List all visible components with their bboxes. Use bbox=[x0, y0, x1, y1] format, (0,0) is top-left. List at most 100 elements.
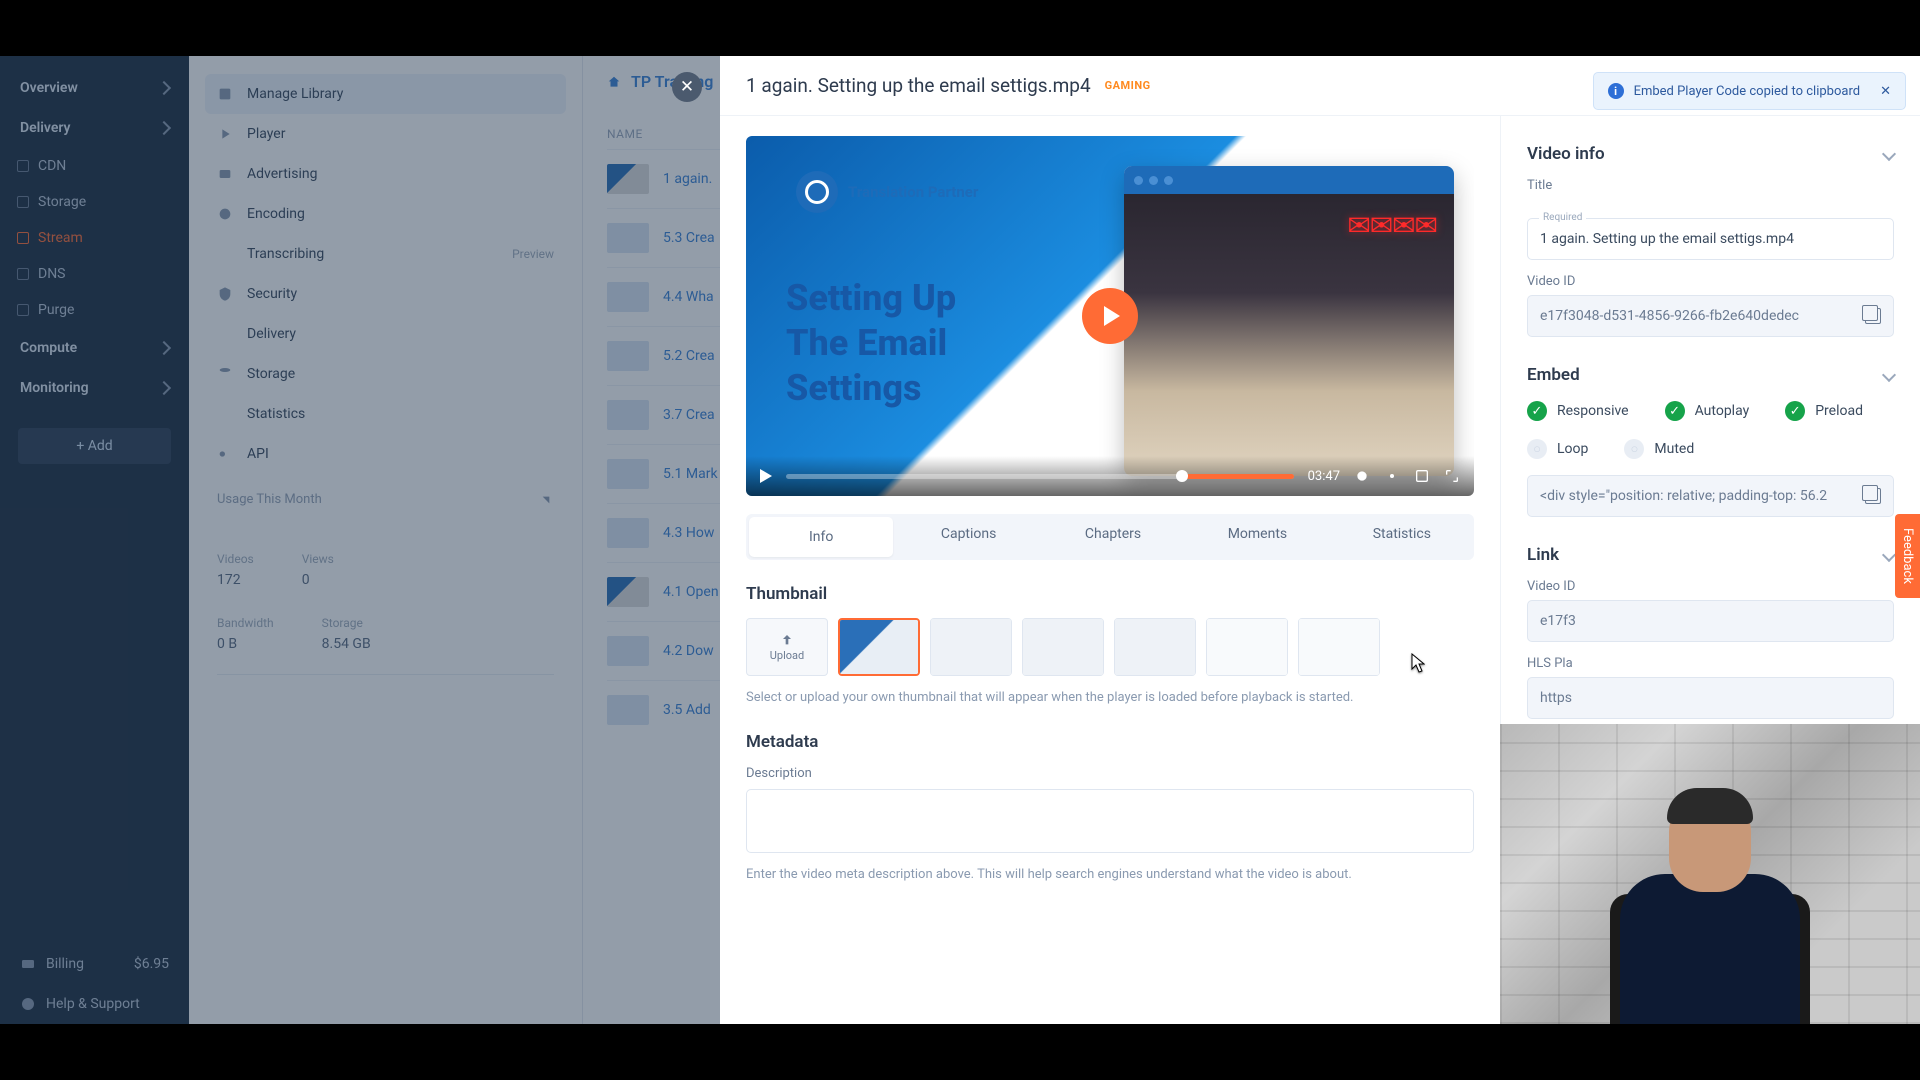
thumb-upload[interactable]: Upload bbox=[746, 618, 828, 676]
midnav-encoding[interactable]: Encoding bbox=[189, 194, 582, 234]
pip-icon[interactable] bbox=[1414, 468, 1430, 484]
embed-code-field: <div style="position: relative; padding-… bbox=[1527, 475, 1894, 517]
secondary-nav: Manage Library Player Advertising Encodi… bbox=[189, 56, 583, 1024]
thumbnail-help: Select or upload your own thumbnail that… bbox=[746, 688, 1474, 708]
thumb-option[interactable] bbox=[930, 618, 1012, 676]
volume-icon[interactable] bbox=[1354, 468, 1370, 484]
cursor-icon bbox=[1411, 653, 1425, 673]
translation-partner-logo: Translation Partner bbox=[796, 171, 978, 213]
link-videoid-label: Video ID bbox=[1527, 579, 1894, 594]
storage-icon bbox=[217, 366, 233, 382]
thumb-option[interactable] bbox=[1298, 618, 1380, 676]
copied-toast: i Embed Player Code copied to clipboard … bbox=[1593, 72, 1906, 110]
feedback-tab[interactable]: Feedback bbox=[1895, 514, 1920, 598]
midnav-statistics[interactable]: Statistics bbox=[189, 394, 582, 434]
nav-delivery[interactable]: Delivery bbox=[0, 108, 189, 148]
thumb-option[interactable] bbox=[1022, 618, 1104, 676]
video-time: 03:47 bbox=[1308, 469, 1340, 484]
video-controls: 03:47 bbox=[746, 456, 1474, 496]
nav-purge[interactable]: Purge bbox=[0, 292, 189, 328]
collapse-icon[interactable] bbox=[1882, 147, 1896, 161]
tab-info[interactable]: Info bbox=[749, 517, 893, 557]
toggle-preload[interactable]: ✓Preload bbox=[1785, 401, 1863, 421]
fullscreen-icon[interactable] bbox=[1444, 468, 1460, 484]
chevron-icon bbox=[157, 121, 171, 135]
title-label: Title bbox=[1527, 178, 1894, 193]
midnav-player[interactable]: Player bbox=[189, 114, 582, 154]
embed-heading: Embed bbox=[1527, 365, 1580, 385]
video-preview[interactable]: Translation Partner Setting Up The Email… bbox=[746, 136, 1474, 496]
nav-dns[interactable]: DNS bbox=[0, 256, 189, 292]
encoding-icon bbox=[217, 206, 233, 222]
home-icon bbox=[607, 75, 621, 89]
nav-storage[interactable]: Storage bbox=[0, 184, 189, 220]
videos-label: Videos bbox=[217, 552, 254, 566]
midnav-manage-library[interactable]: Manage Library bbox=[205, 74, 566, 114]
views-value: 0 bbox=[302, 572, 334, 588]
thumb-option[interactable] bbox=[1114, 618, 1196, 676]
upload-icon bbox=[779, 633, 795, 649]
videos-value: 172 bbox=[217, 572, 254, 588]
title-input[interactable] bbox=[1527, 218, 1894, 260]
webcam-overlay bbox=[1500, 724, 1920, 1024]
toggle-autoplay[interactable]: ✓Autoplay bbox=[1665, 401, 1750, 421]
storage-value: 8.54 GB bbox=[322, 636, 371, 652]
copy-icon[interactable] bbox=[1865, 488, 1881, 504]
play-small-icon[interactable] bbox=[760, 469, 772, 483]
progress-bar[interactable] bbox=[786, 474, 1294, 479]
thumbnail-heading: Thumbnail bbox=[746, 584, 1474, 604]
nav-overview[interactable]: Overview bbox=[0, 68, 189, 108]
hls-field: https bbox=[1527, 677, 1894, 719]
collapse-icon[interactable] bbox=[1882, 368, 1896, 382]
library-icon bbox=[217, 86, 233, 102]
stats-icon bbox=[217, 406, 233, 422]
chevron-icon bbox=[157, 381, 171, 395]
add-button[interactable]: + Add bbox=[18, 428, 171, 464]
description-input[interactable] bbox=[746, 789, 1474, 853]
close-toast-icon[interactable]: ✕ bbox=[1880, 84, 1891, 99]
storage-label: Storage bbox=[322, 616, 371, 630]
transcribe-icon bbox=[217, 246, 233, 262]
toggle-muted[interactable]: ○Muted bbox=[1624, 439, 1694, 459]
nav-billing[interactable]: Billing$6.95 bbox=[0, 944, 189, 984]
collapse-icon[interactable] bbox=[1882, 548, 1896, 562]
midnav-advertising[interactable]: Advertising bbox=[189, 154, 582, 194]
midnav-security[interactable]: Security bbox=[189, 274, 582, 314]
midnav-storage[interactable]: Storage bbox=[189, 354, 582, 394]
close-button[interactable]: ✕ bbox=[672, 72, 702, 102]
nav-help[interactable]: Help & Support bbox=[0, 984, 189, 1024]
required-label: Required bbox=[1539, 212, 1586, 223]
expand-icon[interactable] bbox=[538, 492, 554, 508]
toggle-responsive[interactable]: ✓Responsive bbox=[1527, 401, 1629, 421]
settings-icon[interactable] bbox=[1384, 468, 1400, 484]
info-icon: i bbox=[1608, 83, 1624, 99]
toggle-loop[interactable]: ○Loop bbox=[1527, 439, 1588, 459]
midnav-transcribing[interactable]: TranscribingPreview bbox=[189, 234, 582, 274]
videoid-field: e17f3048-d531-4856-9266-fb2e640dedec bbox=[1527, 295, 1894, 337]
detail-tabs: Info Captions Chapters Moments Statistic… bbox=[746, 514, 1474, 560]
tab-captions[interactable]: Captions bbox=[896, 514, 1040, 560]
tab-moments[interactable]: Moments bbox=[1185, 514, 1329, 560]
key-icon bbox=[217, 446, 233, 462]
tab-statistics[interactable]: Statistics bbox=[1330, 514, 1474, 560]
hls-label: HLS Pla bbox=[1527, 656, 1894, 671]
nav-stream[interactable]: Stream bbox=[0, 220, 189, 256]
midnav-delivery[interactable]: Delivery bbox=[189, 314, 582, 354]
gaming-tag: GAMING bbox=[1105, 79, 1151, 92]
description-help: Enter the video meta description above. … bbox=[746, 865, 1474, 885]
bandwidth-label: Bandwidth bbox=[217, 616, 274, 630]
nav-cdn[interactable]: CDN bbox=[0, 148, 189, 184]
card-icon bbox=[20, 956, 36, 972]
midnav-api[interactable]: API bbox=[189, 434, 582, 474]
thumb-option[interactable] bbox=[838, 618, 920, 676]
thumb-option[interactable] bbox=[1206, 618, 1288, 676]
nav-monitoring[interactable]: Monitoring bbox=[0, 368, 189, 408]
chevron-icon bbox=[157, 81, 171, 95]
copy-icon[interactable] bbox=[1865, 308, 1881, 324]
preview-badge: Preview bbox=[512, 247, 554, 261]
video-title: 1 again. Setting up the email settigs.mp… bbox=[746, 74, 1091, 97]
nav-compute[interactable]: Compute bbox=[0, 328, 189, 368]
tab-chapters[interactable]: Chapters bbox=[1041, 514, 1185, 560]
bandwidth-value: 0 B bbox=[217, 636, 274, 652]
play-button[interactable] bbox=[1082, 288, 1138, 344]
